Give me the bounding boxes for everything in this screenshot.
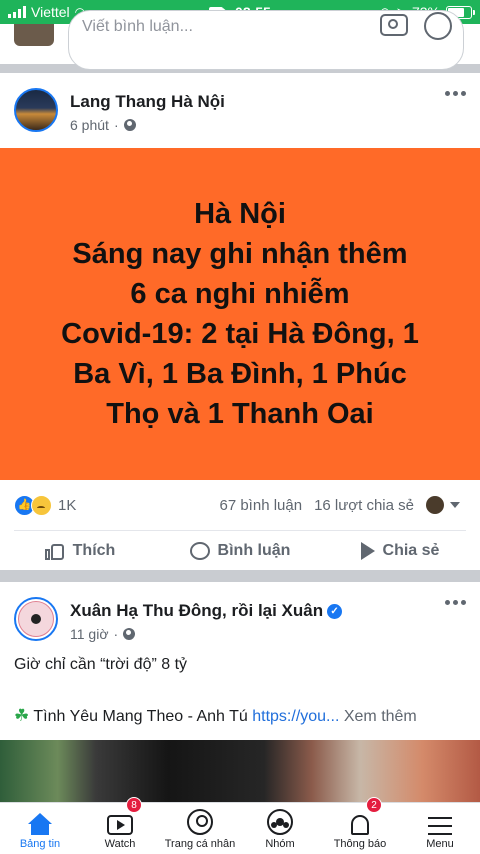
see-more-link[interactable]: Xem thêm: [344, 708, 417, 725]
banner-line: Thọ và 1 Thanh Oai: [106, 398, 374, 430]
banner-line: Sáng nay ghi nhận thêm: [72, 238, 408, 270]
share-label: Chia sẻ: [382, 541, 440, 559]
watch-badge: 8: [126, 797, 142, 813]
tab-profile[interactable]: Trang cá nhân: [160, 803, 240, 854]
post-author[interactable]: Xuân Hạ Thu Đông, rồi lại Xuân: [70, 601, 323, 620]
share-button[interactable]: Chia sẻ: [320, 531, 480, 570]
shares-count[interactable]: 16 lượt chia sẻ: [314, 497, 414, 514]
thumbs-up-icon: [44, 542, 65, 560]
post-actions: Thích Bình luận Chia sẻ: [0, 531, 480, 570]
comments-count[interactable]: 67 bình luận: [219, 497, 302, 514]
notifications-badge: 2: [366, 797, 382, 813]
comment-placeholder: Viết bình luận...: [82, 18, 193, 35]
like-button[interactable]: Thích: [0, 531, 160, 570]
sad-reaction-icon: [31, 495, 52, 516]
more-options-icon[interactable]: [445, 600, 466, 605]
post-text: Giờ chỉ cần “trời độ” 8 tỷ: [14, 656, 188, 673]
banner-line: Covid-19: 2 tại Hà Đông, 1: [61, 318, 419, 350]
camera-icon[interactable]: [380, 14, 408, 36]
home-icon: [27, 813, 53, 835]
menu-icon: [428, 817, 452, 835]
share-icon: [360, 541, 375, 560]
tab-notifications[interactable]: 2 Thông báo: [320, 797, 400, 854]
like-label: Thích: [72, 541, 116, 559]
song-title: Tình Yêu Mang Theo - Anh Tú: [33, 708, 248, 725]
tab-label: Bảng tin: [19, 838, 61, 850]
post-time[interactable]: 11 giờ: [70, 626, 109, 642]
verified-badge-icon: ✓: [327, 604, 343, 620]
tab-label: Thông báo: [333, 838, 387, 850]
tab-label: Watch: [104, 838, 136, 850]
post-card: Xuân Hạ Thu Đông, rồi lại Xuân ✓ 11 giờ ·…: [0, 582, 480, 802]
post-card: Lang Thang Hà Nội 6 phút · Hà Nội Sáng n…: [0, 73, 480, 570]
chevron-down-icon[interactable]: [450, 502, 460, 508]
globe-icon: [123, 628, 136, 640]
reactions-summary[interactable]: 👍 1K: [14, 495, 76, 516]
post-time[interactable]: 6 phút: [70, 117, 109, 133]
tab-home[interactable]: Bảng tin: [0, 803, 80, 854]
comment-composer: Viết bình luận...: [0, 10, 480, 70]
tab-watch[interactable]: 8 Watch: [80, 797, 160, 854]
tab-groups[interactable]: Nhóm: [240, 803, 320, 854]
avatar: [14, 24, 54, 46]
comment-label: Bình luận: [217, 541, 291, 559]
tab-label: Trang cá nhân: [164, 838, 236, 850]
reactions-count: 1K: [58, 497, 77, 514]
banner-line: Ba Vì, 1 Ba Đình, 1 Phúc: [73, 358, 407, 390]
post-image[interactable]: [0, 740, 480, 802]
globe-icon: [123, 119, 136, 131]
post-author[interactable]: Lang Thang Hà Nội: [70, 92, 225, 112]
post-banner[interactable]: Hà Nội Sáng nay ghi nhận thêm 6 ca nghi …: [0, 148, 480, 480]
bell-icon: [351, 815, 369, 835]
watch-icon: [107, 815, 133, 835]
banner-line: 6 ca nghi nhiễm: [130, 278, 350, 310]
clover-icon: ☘: [14, 706, 30, 725]
tab-label: Menu: [426, 838, 454, 850]
record-logo-icon: [18, 601, 54, 637]
avatar[interactable]: [14, 88, 58, 132]
bottom-nav: Bảng tin 8 Watch Trang cá nhân Nhóm 2 Th…: [0, 797, 480, 854]
profile-icon: [187, 809, 213, 835]
post-stats: 👍 1K 67 bình luận 16 lượt chia sẻ: [0, 480, 480, 530]
avatar[interactable]: [14, 597, 58, 641]
post-link[interactable]: https://you...: [252, 708, 339, 725]
comment-icon: [189, 541, 210, 560]
avatar[interactable]: [426, 496, 444, 514]
banner-line: Hà Nội: [194, 198, 286, 230]
groups-icon: [267, 809, 293, 835]
comment-button[interactable]: Bình luận: [160, 531, 320, 570]
tab-menu[interactable]: Menu: [400, 803, 480, 854]
emoji-icon[interactable]: [424, 12, 452, 40]
tab-label: Nhóm: [265, 838, 295, 850]
more-options-icon[interactable]: [445, 91, 466, 96]
